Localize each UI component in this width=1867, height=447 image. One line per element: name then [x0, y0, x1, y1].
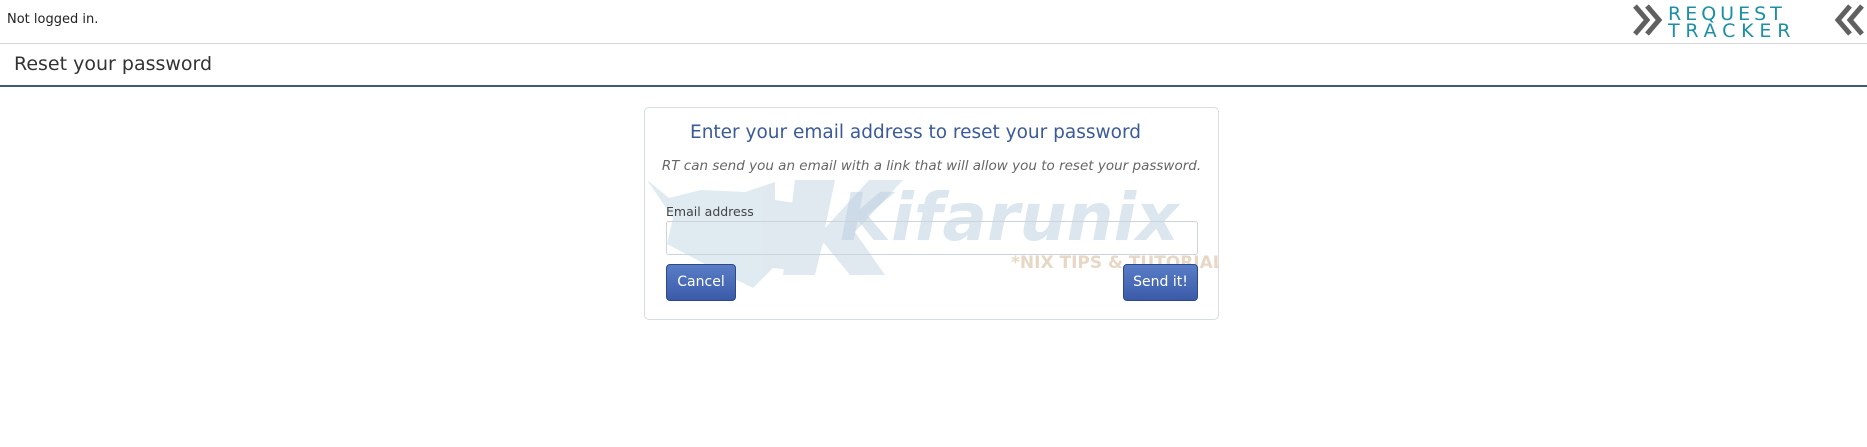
top-bar: Not logged in. REQUEST TRACKER [0, 0, 1867, 44]
email-field[interactable] [666, 221, 1198, 255]
send-button[interactable]: Send it! [1123, 264, 1198, 301]
form-heading: Enter your email address to reset your p… [690, 122, 1141, 143]
login-status: Not logged in. [7, 12, 99, 27]
request-tracker-logo[interactable]: REQUEST TRACKER [1632, 2, 1867, 40]
page-title: Reset your password [14, 53, 213, 75]
email-label: Email address [666, 204, 754, 219]
title-bar: Reset your password [0, 44, 1867, 87]
form-hint: RT can send you an email with a link tha… [661, 158, 1202, 174]
cancel-button[interactable]: Cancel [666, 264, 736, 301]
reset-password-card: Kifarunix *NIX TIPS & TUTORIALS Enter yo… [644, 107, 1219, 320]
logo-line-2: TRACKER [1667, 20, 1796, 40]
